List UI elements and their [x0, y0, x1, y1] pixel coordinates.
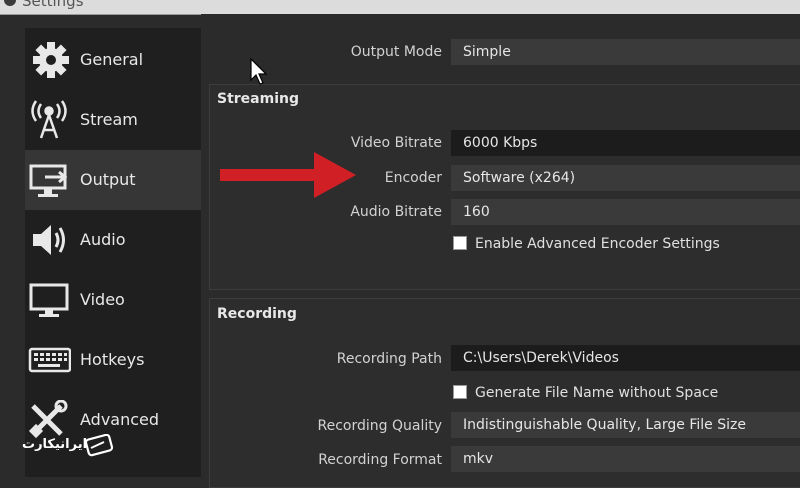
- window-titlebar: Settings: [0, 0, 800, 15]
- recording-path-label: Recording Path: [336, 351, 442, 367]
- watermark: ایرانیکارت: [14, 428, 116, 466]
- settings-sidebar: General Stream Output Audio Video Hotkey…: [25, 28, 201, 477]
- broadcast-antenna-icon: [31, 100, 67, 139]
- sidebar-item-label: General: [80, 50, 144, 69]
- sidebar-item-label: Video: [80, 290, 125, 309]
- audio-bitrate-select[interactable]: 160: [451, 199, 800, 225]
- streaming-group-title: Streaming: [217, 91, 299, 107]
- output-mode-label: Output Mode: [350, 44, 442, 60]
- generate-filename-checkbox[interactable]: [453, 385, 467, 399]
- gear-icon: [33, 42, 69, 78]
- monitor-icon: [29, 283, 69, 317]
- window-title: Settings: [22, 0, 84, 10]
- recording-path-input[interactable]: C:\Users\Derek\Videos: [451, 345, 800, 371]
- enable-advanced-encoder-checkbox[interactable]: [453, 236, 467, 250]
- video-bitrate-label: Video Bitrate: [350, 135, 442, 151]
- watermark-text: ایرانیکارت: [22, 437, 88, 452]
- app-icon: [4, 0, 16, 6]
- enable-advanced-encoder-label: Enable Advanced Encoder Settings: [475, 236, 720, 252]
- card-logo-icon: [84, 434, 114, 457]
- sidebar-item-audio[interactable]: Audio: [25, 210, 201, 270]
- sidebar-item-stream[interactable]: Stream: [25, 90, 201, 150]
- speaker-icon: [33, 225, 65, 255]
- mouse-cursor-icon: [250, 58, 268, 85]
- sidebar-item-general[interactable]: General: [25, 30, 201, 90]
- sidebar-item-label: Hotkeys: [80, 350, 145, 369]
- monitor-output-icon: [29, 164, 68, 197]
- sidebar-item-output[interactable]: Output: [25, 150, 201, 210]
- sidebar-item-hotkeys[interactable]: Hotkeys: [25, 330, 201, 390]
- video-bitrate-input[interactable]: 6000 Kbps: [451, 130, 800, 156]
- red-arrow-annotation: [220, 152, 356, 198]
- recording-format-label: Recording Format: [318, 452, 442, 468]
- recording-group-title: Recording: [217, 306, 297, 322]
- recording-quality-label: Recording Quality: [317, 418, 443, 434]
- sidebar-item-label: Advanced: [80, 410, 160, 429]
- keyboard-icon: [28, 347, 71, 373]
- output-mode-select[interactable]: Simple: [451, 39, 800, 65]
- recording-format-select[interactable]: mkv: [451, 446, 800, 472]
- sidebar-item-label: Output: [80, 170, 136, 189]
- encoder-select[interactable]: Software (x264): [451, 165, 800, 191]
- sidebar-item-label: Audio: [80, 230, 126, 249]
- sidebar-item-video[interactable]: Video: [25, 270, 201, 330]
- sidebar-item-label: Stream: [80, 110, 138, 129]
- recording-quality-select[interactable]: Indistinguishable Quality, Large File Si…: [451, 412, 800, 438]
- generate-filename-label: Generate File Name without Space: [475, 385, 719, 401]
- audio-bitrate-label: Audio Bitrate: [350, 204, 442, 220]
